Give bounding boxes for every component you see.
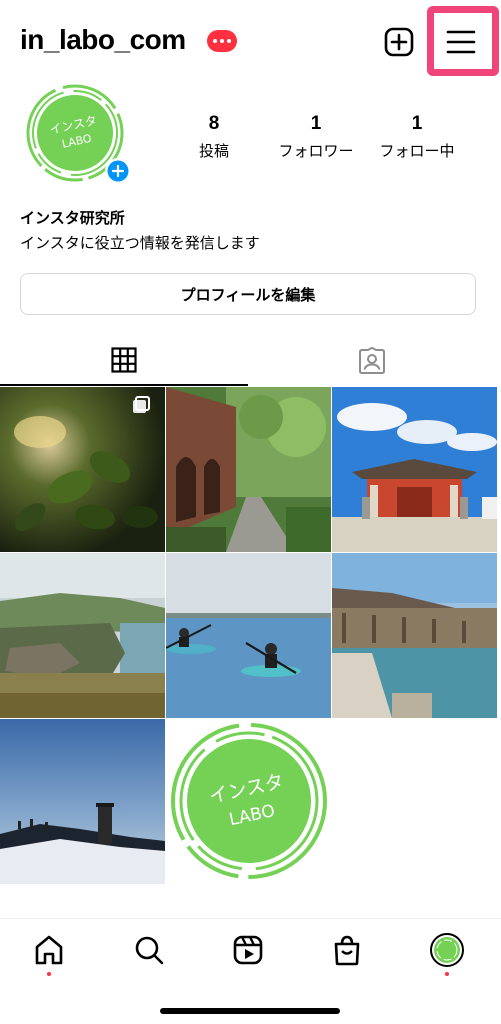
notification-badge[interactable] (207, 30, 237, 52)
search-icon[interactable] (133, 933, 165, 969)
stat-label: フォロー中 (379, 142, 455, 160)
home-icon[interactable] (33, 933, 65, 969)
avatar-logo: インスタ LABO (26, 84, 131, 184)
profile-bio: インスタに役立つ情報を発信します (20, 234, 260, 252)
shop-icon[interactable] (331, 933, 363, 969)
post-image (166, 553, 331, 718)
post-thumbnail[interactable] (166, 387, 331, 552)
stat-value: 1 (310, 113, 322, 134)
username-title[interactable]: in_labo_com (20, 24, 186, 56)
grid-icon (111, 347, 137, 373)
post-thumbnail[interactable] (0, 553, 165, 718)
profile-avatar-icon[interactable] (430, 933, 464, 969)
stat-followers[interactable]: 1 フォロワー (261, 113, 371, 161)
post-image (332, 553, 497, 718)
stat-value: 8 (208, 113, 220, 134)
stat-label: 投稿 (198, 142, 229, 160)
post-image (166, 387, 331, 552)
post-image (0, 719, 165, 884)
hamburger-icon[interactable] (444, 26, 478, 58)
post-thumbnail[interactable] (0, 719, 165, 884)
stat-posts[interactable]: 8 投稿 (159, 113, 269, 161)
post-image (332, 387, 497, 552)
plus-square-icon[interactable] (383, 26, 415, 58)
tab-tagged[interactable] (248, 336, 496, 386)
post-thumbnail[interactable] (332, 553, 497, 718)
post-thumbnail[interactable] (332, 387, 497, 552)
badge-dot (213, 39, 217, 43)
profile-avatar[interactable]: インスタ LABO (24, 82, 131, 188)
reels-icon[interactable] (232, 933, 264, 969)
post-image (0, 553, 165, 718)
home-badge-dot (47, 972, 51, 976)
tab-grid[interactable] (0, 336, 248, 386)
post-image (0, 387, 165, 552)
tagged-person-icon (359, 347, 385, 374)
profile-header: in_labo_com (0, 0, 501, 84)
post-thumbnail[interactable] (0, 387, 165, 552)
stat-following[interactable]: 1 フォロー中 (362, 113, 472, 161)
edit-profile-button[interactable]: プロフィールを編集 (20, 273, 476, 315)
badge-dot (220, 39, 224, 43)
post-image: インスタ LABO (166, 719, 331, 884)
badge-dot (227, 39, 231, 43)
stat-value: 1 (411, 113, 423, 134)
stat-label: フォロワー (278, 142, 354, 160)
profile-badge-dot (445, 972, 449, 976)
profile-name: インスタ研究所 (20, 209, 125, 227)
bottom-nav (0, 918, 501, 982)
home-indicator (160, 1008, 340, 1014)
post-thumbnail[interactable] (166, 553, 331, 718)
post-thumbnail[interactable]: インスタ LABO (166, 719, 331, 884)
